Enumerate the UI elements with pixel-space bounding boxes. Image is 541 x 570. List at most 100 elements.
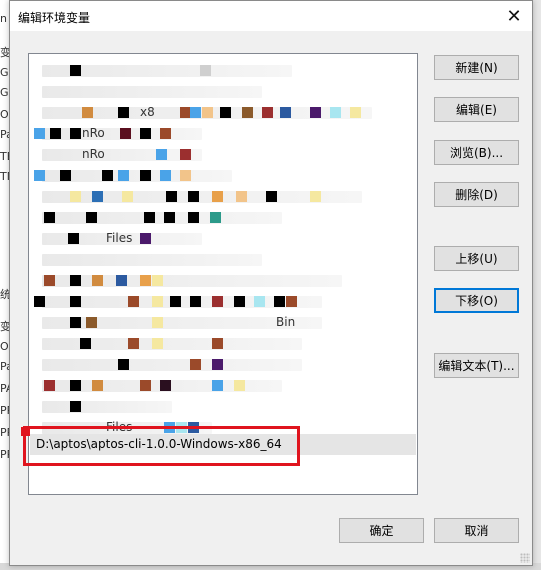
path-fragment: nRo xyxy=(82,126,105,140)
close-button[interactable]: ✕ xyxy=(496,1,532,31)
list-item[interactable]: Files xyxy=(30,228,416,249)
redacted-pixel xyxy=(254,296,265,307)
redacted-pixel xyxy=(212,191,223,202)
list-item[interactable]: nRo xyxy=(30,123,416,144)
redacted-pixel xyxy=(70,275,81,286)
list-item[interactable] xyxy=(30,270,416,291)
redacted-pixel xyxy=(152,275,163,286)
redacted-pixel xyxy=(310,191,321,202)
edit-button[interactable]: 编辑(E) xyxy=(434,97,519,122)
title-bar[interactable]: 编辑环境变量 ✕ xyxy=(10,1,532,31)
redacted-pixel xyxy=(156,149,167,160)
background-text: 统 xyxy=(0,288,9,301)
redacted-pixel xyxy=(82,107,93,118)
list-item[interactable] xyxy=(30,165,416,186)
redacted-pixel xyxy=(310,107,321,118)
redacted-pixel xyxy=(242,107,253,118)
redacted-pixel xyxy=(152,338,163,349)
background-text: PR xyxy=(0,404,9,417)
redacted-pixel xyxy=(236,191,247,202)
move-up-button[interactable]: 上移(U) xyxy=(434,246,519,271)
redacted-pixel xyxy=(234,380,245,391)
redacted-pixel xyxy=(34,170,45,181)
close-icon: ✕ xyxy=(506,5,522,27)
background-text: PR xyxy=(0,426,9,439)
list-item[interactable] xyxy=(30,81,416,102)
path-fragment: nRo xyxy=(82,147,105,161)
redacted-pixel xyxy=(140,233,151,244)
resize-grip-icon[interactable] xyxy=(520,553,530,563)
redacted-pixel xyxy=(102,170,113,181)
redacted-pixel xyxy=(128,338,139,349)
redacted-pixel xyxy=(118,170,129,181)
background-text: TE xyxy=(0,150,9,163)
list-item[interactable] xyxy=(30,207,416,228)
redacted-pixel xyxy=(70,65,81,76)
background-text: PR xyxy=(0,448,9,461)
redacted-pixel xyxy=(210,212,221,223)
redacted-pixel xyxy=(120,128,131,139)
redacted-pixel xyxy=(140,170,151,181)
list-item[interactable] xyxy=(30,186,416,207)
background-text: O xyxy=(0,340,9,353)
list-item[interactable] xyxy=(30,60,416,81)
redacted-pixel xyxy=(92,380,103,391)
redacted-pixel xyxy=(44,212,55,223)
redacted-pixel xyxy=(212,296,223,307)
redacted-entry xyxy=(42,86,262,98)
redacted-pixel xyxy=(70,380,81,391)
delete-button[interactable]: 删除(D) xyxy=(434,182,519,207)
redacted-pixel xyxy=(44,380,55,391)
redacted-pixel xyxy=(180,149,191,160)
redacted-pixel xyxy=(188,191,199,202)
list-item[interactable] xyxy=(30,354,416,375)
redacted-entry xyxy=(42,401,172,413)
redacted-pixel xyxy=(212,359,223,370)
redacted-pixel xyxy=(152,296,163,307)
highlight-box xyxy=(23,426,300,466)
move-down-button[interactable]: 下移(O) xyxy=(434,288,519,313)
redacted-pixel xyxy=(170,296,181,307)
background-text: Go xyxy=(0,86,9,99)
redacted-pixel xyxy=(140,128,151,139)
list-item[interactable] xyxy=(30,249,416,270)
redacted-pixel xyxy=(180,170,191,181)
redacted-pixel xyxy=(274,296,285,307)
background-text: TM xyxy=(0,170,9,183)
list-item[interactable]: Bin xyxy=(30,312,416,333)
background-text: Pa xyxy=(0,128,9,141)
redacted-pixel xyxy=(116,275,127,286)
redacted-pixel xyxy=(70,128,81,139)
redacted-pixel xyxy=(212,338,223,349)
redacted-pixel xyxy=(280,107,291,118)
redacted-pixel xyxy=(92,275,103,286)
browse-button[interactable]: 浏览(B)... xyxy=(434,140,519,165)
redacted-pixel xyxy=(266,191,277,202)
list-item[interactable] xyxy=(30,333,416,354)
cancel-button[interactable]: 取消 xyxy=(434,518,519,543)
list-item[interactable]: nRo xyxy=(30,144,416,165)
redacted-pixel xyxy=(86,317,97,328)
edit-text-button[interactable]: 编辑文本(T)... xyxy=(434,353,519,378)
list-item[interactable]: x8 xyxy=(30,102,416,123)
path-fragment: Bin xyxy=(276,315,296,329)
list-item[interactable] xyxy=(30,375,416,396)
redacted-pixel xyxy=(188,212,199,223)
background-window-right-edge xyxy=(533,0,541,570)
redacted-pixel xyxy=(118,107,129,118)
redacted-pixel xyxy=(190,296,201,307)
path-fragment: x8 xyxy=(140,105,155,119)
list-item[interactable] xyxy=(30,396,416,417)
redacted-pixel xyxy=(34,128,45,139)
redacted-pixel xyxy=(86,212,97,223)
new-button[interactable]: 新建(N) xyxy=(434,55,519,80)
redacted-pixel xyxy=(50,128,61,139)
redacted-pixel xyxy=(152,317,163,328)
redacted-pixel xyxy=(70,317,81,328)
redacted-pixel xyxy=(200,65,211,76)
redacted-pixel xyxy=(164,212,175,223)
redacted-pixel xyxy=(34,296,45,307)
list-item[interactable] xyxy=(30,291,416,312)
redacted-pixel xyxy=(190,107,201,118)
ok-button[interactable]: 确定 xyxy=(339,518,424,543)
